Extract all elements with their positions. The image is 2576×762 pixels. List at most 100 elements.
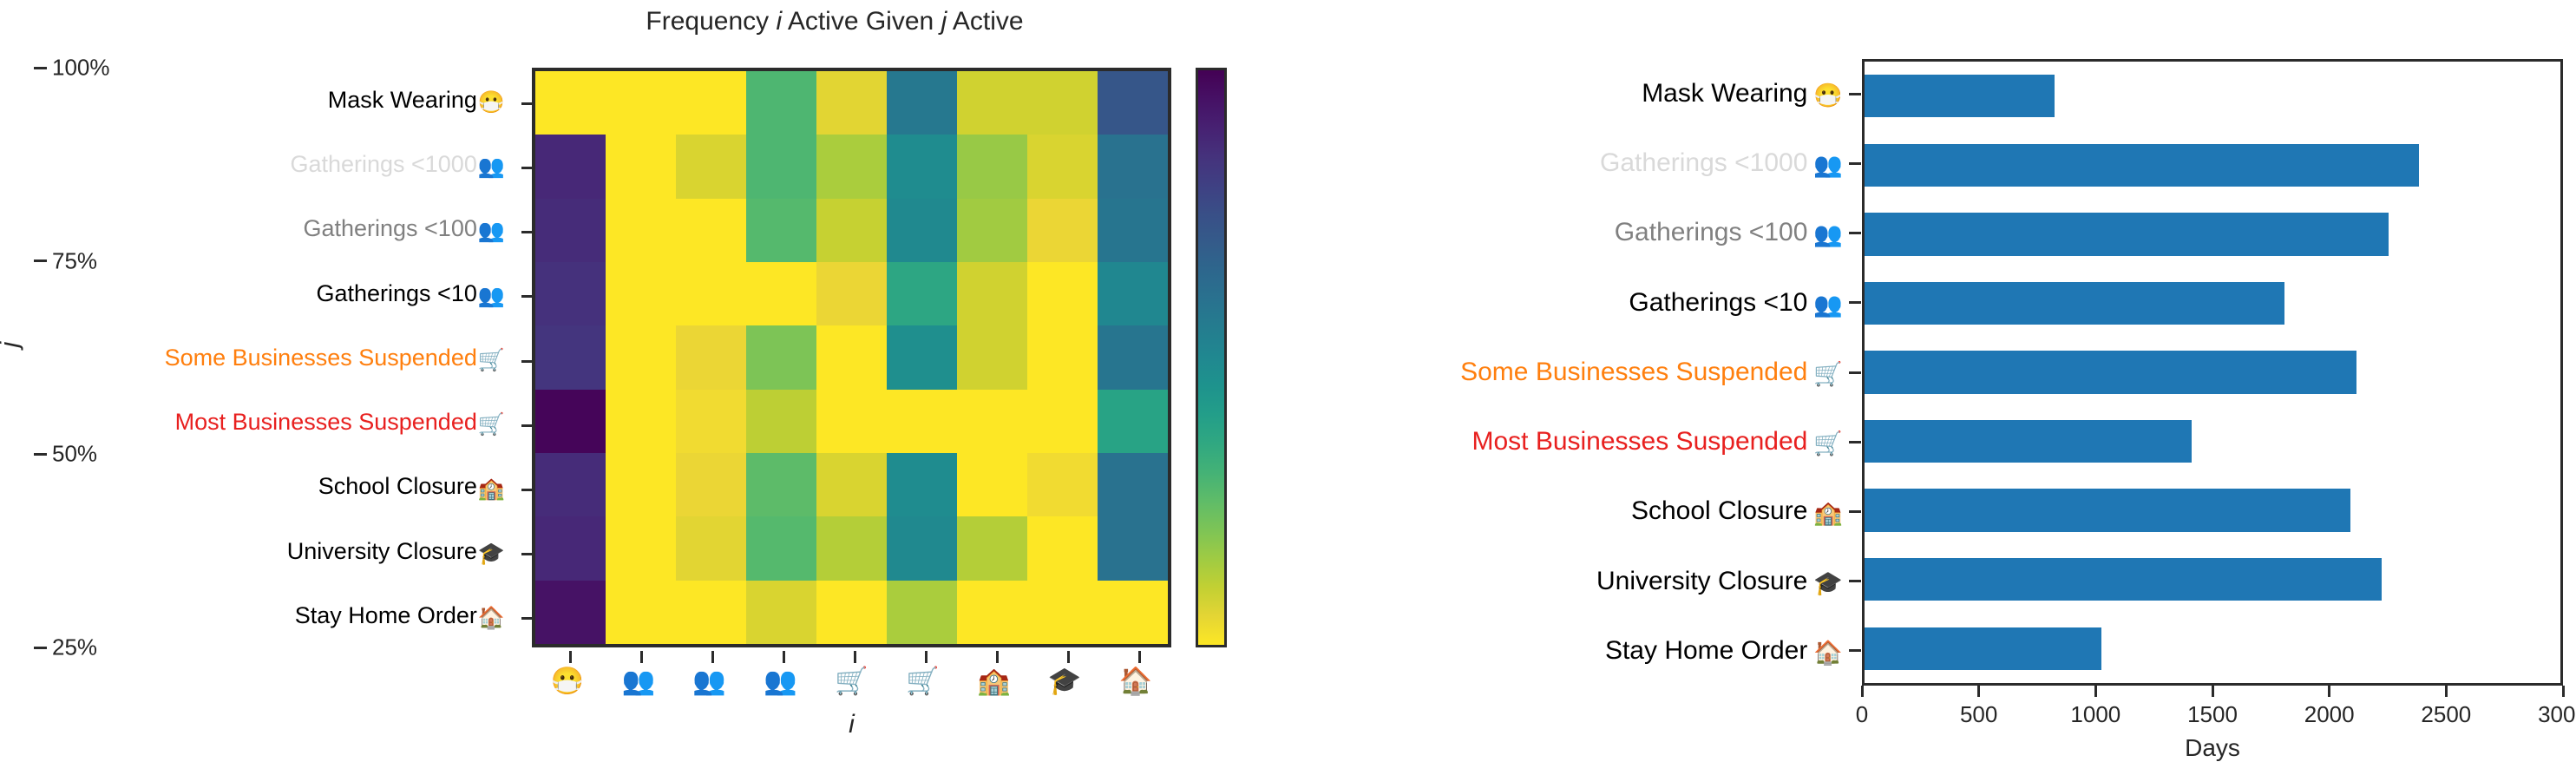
heatmap-cell bbox=[746, 453, 816, 517]
heatmap-cell bbox=[746, 325, 816, 390]
heatmap-y-tick-label: Stay Home Order🏠 bbox=[295, 583, 505, 647]
heatmap-cell bbox=[1098, 262, 1168, 326]
colorbar-tick-label: 25% bbox=[52, 634, 98, 660]
heatmap-cell bbox=[1027, 516, 1098, 581]
bar-row bbox=[1865, 614, 2560, 684]
heatmap-cell bbox=[746, 262, 816, 326]
bar-x-tick-mark bbox=[2561, 686, 2565, 697]
heatmap-cell bbox=[1098, 453, 1168, 517]
bar-y-tick-mark bbox=[1849, 371, 1861, 374]
heatmap-x-tick-people-group-icon: 👥 bbox=[621, 666, 656, 696]
heatmap-cell bbox=[676, 453, 746, 517]
bar-y-tick-mark bbox=[1849, 580, 1861, 583]
bar-x-tick-mark bbox=[1977, 686, 1981, 697]
bar-y-tick-label: Mask Wearing 😷 bbox=[1642, 59, 1843, 128]
shopping-cart-icon: 🛒 bbox=[477, 347, 505, 372]
heatmap-y-tick-label-text: Gatherings <1000 bbox=[290, 151, 477, 178]
heatmap-y-tick-mark bbox=[521, 231, 534, 234]
heatmap-cell bbox=[746, 71, 816, 135]
colorbar-gradient bbox=[1198, 70, 1224, 645]
heatmap-cell bbox=[816, 453, 887, 517]
heatmap-y-axis-label: j bbox=[0, 342, 24, 348]
heatmap-cell bbox=[535, 516, 606, 581]
bar-x-tick-mark bbox=[2211, 686, 2214, 697]
heatmap-cell bbox=[957, 516, 1027, 581]
heatmap-cell bbox=[606, 453, 676, 517]
heatmap-cell bbox=[887, 135, 957, 199]
heatmap-y-tick-label: Some Businesses Suspended🛒 bbox=[165, 325, 505, 390]
heatmap-cell bbox=[816, 262, 887, 326]
heatmap-cell bbox=[1027, 325, 1098, 390]
heatmap-cell bbox=[676, 580, 746, 644]
colorbar-tick-label: 75% bbox=[52, 247, 98, 274]
bar-x-tick-label: 1500 bbox=[2187, 701, 2238, 727]
heatmap-cell bbox=[606, 389, 676, 453]
bar-row bbox=[1865, 269, 2560, 338]
bar-y-tick-label-text: School Closure bbox=[1630, 496, 1808, 526]
heatmap-cell bbox=[1027, 580, 1098, 644]
colorbar-tick-label: 100% bbox=[52, 54, 110, 81]
heatmap-title-a: Frequency bbox=[646, 7, 777, 36]
bar-y-tick-label-text: University Closure bbox=[1596, 566, 1808, 595]
heatmap-cell bbox=[606, 198, 676, 262]
heatmap-y-tick-label-text: Gatherings <100 bbox=[303, 215, 477, 242]
bar bbox=[1865, 558, 2383, 601]
heatmap-y-tick-labels: Mask Wearing😷 Gatherings <1000👥 Gatherings… bbox=[0, 68, 521, 647]
heatmap-y-tick-label-text: Most Businesses Suspended bbox=[174, 409, 477, 436]
heatmap-cell bbox=[535, 325, 606, 390]
heatmap-y-tick-label-text: School Closure bbox=[318, 473, 477, 500]
people-group-icon: 👥 bbox=[477, 283, 505, 308]
heatmap-cell bbox=[1098, 516, 1168, 581]
heatmap-y-tick-mark bbox=[521, 488, 534, 491]
heatmap-axes bbox=[521, 68, 1171, 663]
shopping-cart-icon: 🛒 bbox=[477, 412, 505, 437]
school-building-icon: 🏫 bbox=[477, 476, 505, 502]
heatmap-y-tick-mark bbox=[521, 424, 534, 427]
heatmap-cell bbox=[676, 389, 746, 453]
heatmap-cell bbox=[535, 71, 606, 135]
heatmap-cell bbox=[887, 325, 957, 390]
heatmap-x-axis-label: i bbox=[849, 710, 855, 739]
heatmap-cell bbox=[887, 262, 957, 326]
bar-y-tick-mark bbox=[1849, 301, 1861, 305]
heatmap-cell bbox=[746, 580, 816, 644]
people-group-icon: 👥 bbox=[1813, 221, 1843, 248]
heatmap-cell bbox=[676, 71, 746, 135]
bar-y-tick-mark bbox=[1849, 232, 1861, 235]
bar-y-tick-label: School Closure 🏫 bbox=[1631, 476, 1843, 546]
bar-y-tick-mark bbox=[1849, 649, 1861, 653]
heatmap-title-c: Active bbox=[947, 7, 1024, 36]
school-building-icon: 🏫 bbox=[1813, 500, 1843, 527]
heatmap-cell bbox=[816, 580, 887, 644]
colorbar-tick-mark bbox=[34, 452, 47, 456]
bar-x-tick-label: 2000 bbox=[2304, 701, 2355, 727]
heatmap-y-tick-mark bbox=[521, 295, 534, 299]
bar-row bbox=[1865, 338, 2560, 407]
heatmap-x-tick-shopping-cart-icon: 🛒 bbox=[906, 666, 940, 696]
heatmap-cell bbox=[746, 389, 816, 453]
face-mask-icon: 😷 bbox=[1813, 82, 1843, 108]
colorbar-tick-mark bbox=[34, 66, 47, 69]
heatmap-y-tick-mark bbox=[521, 102, 534, 105]
bar-x-tick-label: 0 bbox=[1855, 701, 1869, 727]
heatmap-cell bbox=[957, 325, 1027, 390]
bar-y-tick-mark bbox=[1849, 440, 1861, 443]
heatmap-cell bbox=[1098, 71, 1168, 135]
graduation-cap-icon: 🎓 bbox=[477, 541, 505, 566]
bar-y-tick-mark bbox=[1849, 92, 1861, 95]
heatmap-cell bbox=[535, 389, 606, 453]
heatmap-x-tick-shopping-cart-icon: 🛒 bbox=[835, 666, 868, 696]
heatmap-y-tick-label-text: University Closure bbox=[286, 537, 477, 564]
face-mask-icon: 😷 bbox=[477, 90, 505, 115]
heatmap-y-tick-label-text: Gatherings <10 bbox=[316, 279, 477, 306]
heatmap-cell bbox=[1027, 453, 1098, 517]
colorbar bbox=[1196, 68, 1227, 647]
shopping-cart-icon: 🛒 bbox=[1813, 360, 1843, 387]
heatmap-x-tick-school-building-icon: 🏫 bbox=[976, 666, 1011, 696]
heatmap-cell bbox=[816, 325, 887, 390]
bar-row bbox=[1865, 545, 2560, 614]
bar-y-tick-label: Some Businesses Suspended 🛒 bbox=[1460, 338, 1843, 407]
bar-rows bbox=[1865, 62, 2560, 683]
heatmap-title-b: Active Given bbox=[782, 7, 941, 36]
heatmap-cell bbox=[957, 453, 1027, 517]
